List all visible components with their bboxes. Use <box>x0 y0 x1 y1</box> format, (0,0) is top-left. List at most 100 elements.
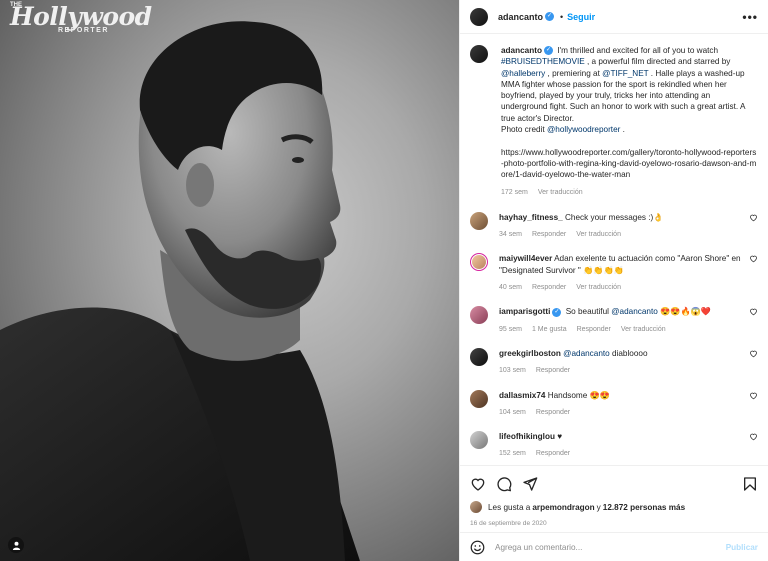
like-comment-heart-icon[interactable] <box>749 254 758 263</box>
caption: adancanto ✓ I'm thrilled and excited for … <box>470 45 758 198</box>
comment-item: maiywill4ever Adan exelente tu actuación… <box>470 253 758 293</box>
reply-button[interactable]: Responder <box>536 409 570 416</box>
comment-time[interactable]: 40 sem <box>499 284 522 291</box>
likes-prefix: Les gusta a <box>488 502 531 512</box>
post-date[interactable]: 16 de septiembre de 2020 <box>470 520 758 527</box>
comment-time[interactable]: 103 sem <box>499 367 526 374</box>
comment-time[interactable]: 104 sem <box>499 409 526 416</box>
likes-summary: Les gusta a arpemondragon y 12.872 perso… <box>470 501 758 513</box>
comment-meta: 95 sem 1 Me gusta Responder Ver traducción <box>499 324 744 335</box>
author-avatar[interactable] <box>470 7 488 26</box>
comment-body: iamparisgotti ✓ So beautiful @adancanto 😍… <box>499 306 758 335</box>
caption-text: , a powerful film directed and starred b… <box>584 57 731 67</box>
caption-body: adancanto ✓ I'm thrilled and excited for … <box>501 45 758 198</box>
caption-time[interactable]: 172 sem <box>501 189 528 196</box>
separator-dot: • <box>560 11 564 22</box>
commenter-username[interactable]: iamparisgotti <box>499 307 550 316</box>
reply-button[interactable]: Responder <box>532 284 566 291</box>
like-comment-heart-icon[interactable] <box>749 391 758 400</box>
caption-author-avatar[interactable] <box>470 45 488 63</box>
post-header: adancanto ✓ • Seguir ••• <box>460 0 768 34</box>
commenter-avatar[interactable] <box>470 253 488 272</box>
translate-button[interactable]: Ver traducción <box>621 326 666 333</box>
like-comment-heart-icon[interactable] <box>749 307 758 316</box>
comment-item: dallasmix74 Handsome 😍😍 104 sem Responder <box>470 389 758 419</box>
comment-bubble-icon[interactable] <box>496 476 512 492</box>
save-bookmark-icon[interactable] <box>742 476 758 492</box>
mention-link[interactable]: @halleberry <box>501 69 545 78</box>
translate-button[interactable]: Ver traducción <box>538 189 583 196</box>
commenter-username[interactable]: lifeofhikinglou <box>499 432 555 441</box>
comment-text: ♥ <box>554 432 563 442</box>
caption-username[interactable]: adancanto <box>501 46 542 55</box>
translate-button[interactable]: Ver traducción <box>576 231 621 238</box>
commenter-username[interactable]: maiywill4ever <box>499 254 552 263</box>
comment-meta: 40 sem Responder Ver traducción <box>499 282 744 293</box>
caption-text: . <box>620 125 625 135</box>
comment-meta: 34 sem Responder Ver traducción <box>499 229 744 240</box>
post-side-panel: adancanto ✓ • Seguir ••• adancanto ✓ I'm … <box>459 0 768 561</box>
comment-item: greekgirlboston @adancanto diabloooo 103… <box>470 347 758 377</box>
masthead-subtitle: REPORTER <box>58 27 109 34</box>
mention-link[interactable]: @adancanto <box>611 307 658 316</box>
publish-button[interactable]: Publicar <box>726 543 758 552</box>
add-comment-bar: Publicar <box>460 532 768 561</box>
reply-button[interactable]: Responder <box>532 231 566 238</box>
photo-credit-label: Photo credit <box>501 125 547 135</box>
comment-text: Handsome 😍😍 <box>545 390 610 400</box>
user-tags-button[interactable] <box>8 537 24 553</box>
liker-username[interactable]: arpemondragon <box>532 503 594 512</box>
comment-meta: 104 sem Responder <box>499 407 744 418</box>
like-heart-icon[interactable] <box>470 476 486 492</box>
commenter-avatar[interactable] <box>470 211 488 230</box>
comment-item: hayhay_fitness_ Check your messages :)👌 … <box>470 211 758 241</box>
verified-badge-icon: ✓ <box>552 307 562 317</box>
mention-link[interactable]: @hollywoodreporter <box>547 125 620 134</box>
commenter-avatar[interactable] <box>470 431 488 450</box>
comment-item: iamparisgotti ✓ So beautiful @adancanto 😍… <box>470 306 758 335</box>
comment-body: dallasmix74 Handsome 😍😍 104 sem Responder <box>499 390 758 419</box>
commenter-username[interactable]: hayhay_fitness_ <box>499 213 563 222</box>
mention-link[interactable]: @TIFF_NET <box>602 69 648 78</box>
author-username[interactable]: adancanto <box>498 12 543 22</box>
comment-time[interactable]: 95 sem <box>499 326 522 333</box>
verified-badge-icon: ✓ <box>545 12 555 21</box>
commenter-avatar[interactable] <box>470 347 488 366</box>
like-comment-heart-icon[interactable] <box>749 349 758 358</box>
commenter-username[interactable]: greekgirlboston <box>499 349 561 358</box>
emoji-smiley-icon[interactable] <box>470 540 485 555</box>
comment-likes[interactable]: 1 Me gusta <box>532 326 567 333</box>
comment-text: So beautiful <box>563 307 612 317</box>
caption-text: , premiering at <box>545 68 603 78</box>
caption-meta: 172 sem Ver traducción <box>501 187 758 198</box>
like-comment-heart-icon[interactable] <box>749 432 758 441</box>
comment-input[interactable] <box>495 542 726 552</box>
liker-avatar[interactable] <box>470 501 482 513</box>
hashtag-link[interactable]: #BRUISEDTHEMOVIE <box>501 57 585 66</box>
likes-count-link[interactable]: 12.872 personas más <box>603 503 685 512</box>
follow-button[interactable]: Seguir <box>567 12 595 22</box>
comment-time[interactable]: 34 sem <box>499 231 522 238</box>
comment-meta: 152 sem Responder <box>499 448 744 459</box>
comments-scroll-area[interactable]: adancanto ✓ I'm thrilled and excited for … <box>460 35 768 465</box>
share-paper-plane-icon[interactable] <box>522 476 538 492</box>
post-actions: Les gusta a arpemondragon y 12.872 perso… <box>460 465 768 527</box>
commenter-avatar[interactable] <box>470 306 488 325</box>
reply-button[interactable]: Responder <box>536 367 570 374</box>
reply-button[interactable]: Responder <box>536 450 570 457</box>
comment-time[interactable]: 152 sem <box>499 450 526 457</box>
verified-badge-icon: ✓ <box>543 46 553 56</box>
comment-text: 😍😍🔥😱❤️ <box>657 307 712 317</box>
reply-button[interactable]: Responder <box>577 326 611 333</box>
mention-link[interactable]: @adancanto <box>563 349 610 358</box>
caption-url: https://www.hollywoodreporter.com/galler… <box>501 147 757 180</box>
translate-button[interactable]: Ver traducción <box>576 284 621 291</box>
post-photo[interactable]: THE Hollywood REPORTER <box>0 0 459 561</box>
like-comment-heart-icon[interactable] <box>749 213 758 222</box>
commenter-avatar[interactable] <box>470 389 488 408</box>
caption-text: I'm thrilled and excited for all of you … <box>554 46 719 55</box>
comment-body: maiywill4ever Adan exelente tu actuación… <box>499 253 758 293</box>
comment-body: hayhay_fitness_ Check your messages :)👌 … <box>499 212 758 241</box>
more-options-icon[interactable]: ••• <box>742 10 758 24</box>
commenter-username[interactable]: dallasmix74 <box>499 391 545 400</box>
